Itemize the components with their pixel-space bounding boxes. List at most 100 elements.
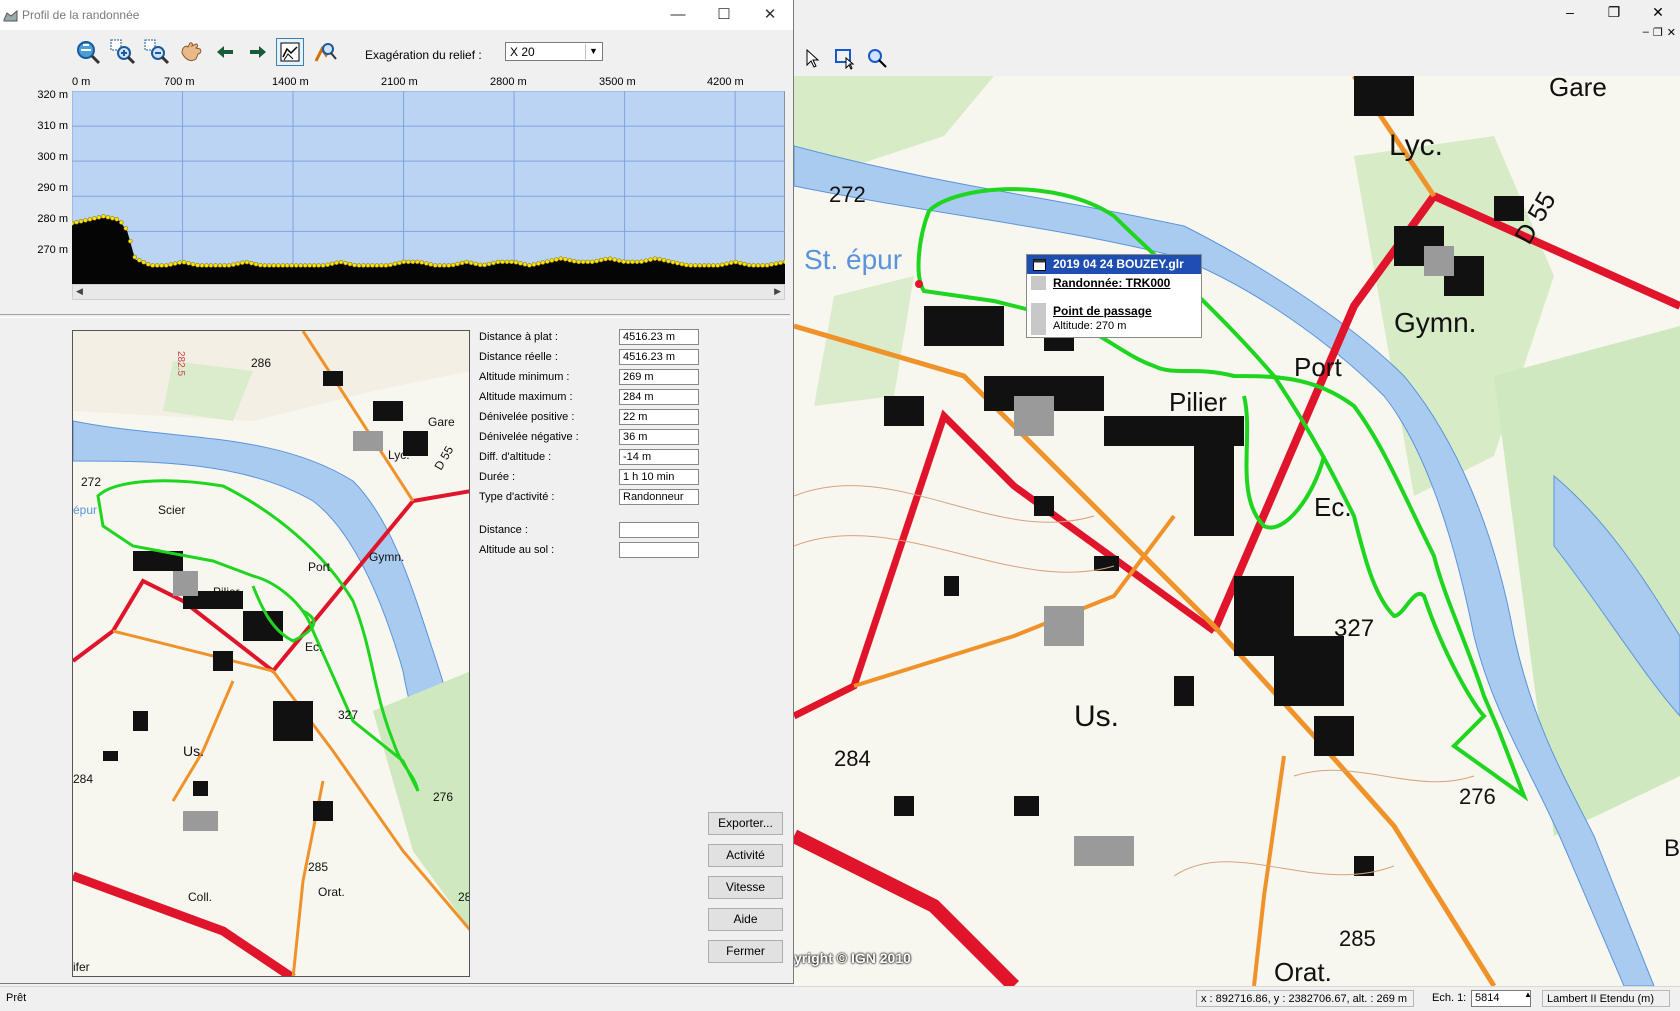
chevron-down-icon[interactable]: ▼ [585,44,601,59]
minimap-label: 284 [73,772,93,786]
y-tick-label: 280 m [37,213,68,225]
scale-spin-icon[interactable]: ▲ [1524,990,1532,999]
profile-point [177,260,182,265]
arrow-left-icon[interactable] [211,38,239,66]
y-tick-label: 320 m [37,89,68,101]
main-minimize-button[interactable]: – [1548,0,1592,24]
stat-value-field [619,522,699,538]
exaggeration-select[interactable]: X 20 ▼ [505,42,603,61]
profile-point [343,260,348,266]
select-zoom-icon[interactable] [864,46,890,72]
profile-point [222,263,227,268]
dialog-titlebar[interactable]: Profil de la randonnée — ☐ ✕ [0,0,793,30]
x-tick-label: 1400 m [272,76,309,88]
main-maximize-button[interactable]: ❐ [1592,0,1636,24]
profile-point [486,261,492,267]
map-label: Lyc. [1389,129,1443,162]
export-button[interactable]: Exporter... [708,812,783,835]
help-button[interactable]: Aide [708,908,783,931]
profile-point [607,256,613,261]
profile-point [379,263,384,268]
profile-point [571,259,577,264]
profile-point [760,263,765,268]
profile-point [737,260,743,266]
profile-point [706,263,712,268]
popup-waypoint-link[interactable]: Point de passage [1053,304,1152,318]
pan-hand-icon[interactable] [177,38,205,66]
arrow-right-icon[interactable] [244,38,272,66]
activity-button[interactable]: Activité [708,844,783,867]
scroll-right-icon[interactable]: ▶ [774,286,781,297]
profile-point [397,260,402,266]
stat-label: Diff. d'altitude : [479,451,552,463]
profile-point [293,263,299,268]
profile-point [612,257,617,262]
mdi-close-button[interactable]: ✕ [1667,26,1676,39]
minimap-label: D 55 [431,443,456,472]
profile-point [666,258,671,264]
profile-mode-icon[interactable] [276,38,304,66]
speed-button[interactable]: Vitesse [708,876,783,899]
popup-altitude: Altitude: 270 m [1053,320,1127,332]
profile-point [477,262,483,268]
splitter[interactable] [0,314,790,318]
profile-point [468,260,474,266]
exaggeration-label: Exagération du relief : [365,48,482,62]
select-arrow-icon[interactable] [800,46,826,72]
profile-point [365,263,371,268]
profile-point [154,263,160,268]
profile-point [208,263,214,268]
dialog-minimize-button[interactable]: — [655,0,701,30]
map-label: Orat. [1274,957,1332,986]
profile-point [128,238,133,244]
profile-point [657,256,662,262]
zoom-out-icon[interactable] [143,38,171,66]
main-close-button[interactable]: ✕ [1636,0,1680,24]
scale-input[interactable]: 5814 [1471,990,1531,1007]
profile-point [576,259,581,265]
minimap-label: Coll. [188,890,212,904]
status-text: Prêt [6,992,27,1004]
topographic-map-view[interactable]: 272 St. épur Lyc. Gymn. Pilier Port Ec. … [794,76,1680,986]
projection-readout[interactable]: Lambert II Etendu (m) [1542,990,1670,1007]
profile-point [83,218,88,223]
pick-point-icon[interactable] [311,38,339,66]
profile-point [482,262,487,268]
zoom-in-icon[interactable] [109,38,137,66]
scroll-left-icon[interactable]: ◀ [76,286,83,297]
profile-horizontal-scrollbar[interactable]: ◀ ▶ [72,284,785,300]
minimap-label: Gare [428,415,455,429]
profile-point [630,259,635,265]
profile-point [410,259,416,265]
profile-point [356,263,362,268]
minimap-label: ifer [73,960,90,974]
profile-point [96,215,102,220]
mdi-minimize-button[interactable]: – [1643,26,1649,39]
profile-point [168,262,173,267]
elevation-profile-chart[interactable] [72,91,785,284]
profile-point [688,263,694,268]
zoom-fit-icon[interactable] [74,38,102,66]
profile-point [621,259,626,264]
profile-point [338,259,344,265]
close-button[interactable]: Fermer [708,940,783,963]
profile-point [459,260,465,266]
dialog-close-button[interactable]: ✕ [747,0,793,30]
track-overview-map[interactable]: 286 282.5 272 épur Scier Lyc. Gare D 55 … [72,330,470,977]
stat-label: Altitude au sol : [479,544,555,556]
profile-point [181,260,187,265]
popup-track-name[interactable]: Randonnée: TRK000 [1053,276,1170,290]
dialog-maximize-button[interactable]: ☐ [701,0,747,30]
profile-point [284,263,290,268]
x-tick-label: 2100 m [381,76,418,88]
profile-point [92,216,97,221]
profile-point [244,259,250,265]
mdi-restore-button[interactable]: ❐ [1653,26,1663,39]
waypoint-info-popup: 2019 04 24 BOUZEY.glr Randonnée: TRK000 … [1026,254,1202,338]
map-label: St. épur [804,244,902,275]
select-rectangle-icon[interactable] [832,46,858,72]
profile-point [320,263,326,268]
minimap-label: Port [308,560,331,574]
profile-point [585,259,590,265]
profile-point [513,260,519,265]
